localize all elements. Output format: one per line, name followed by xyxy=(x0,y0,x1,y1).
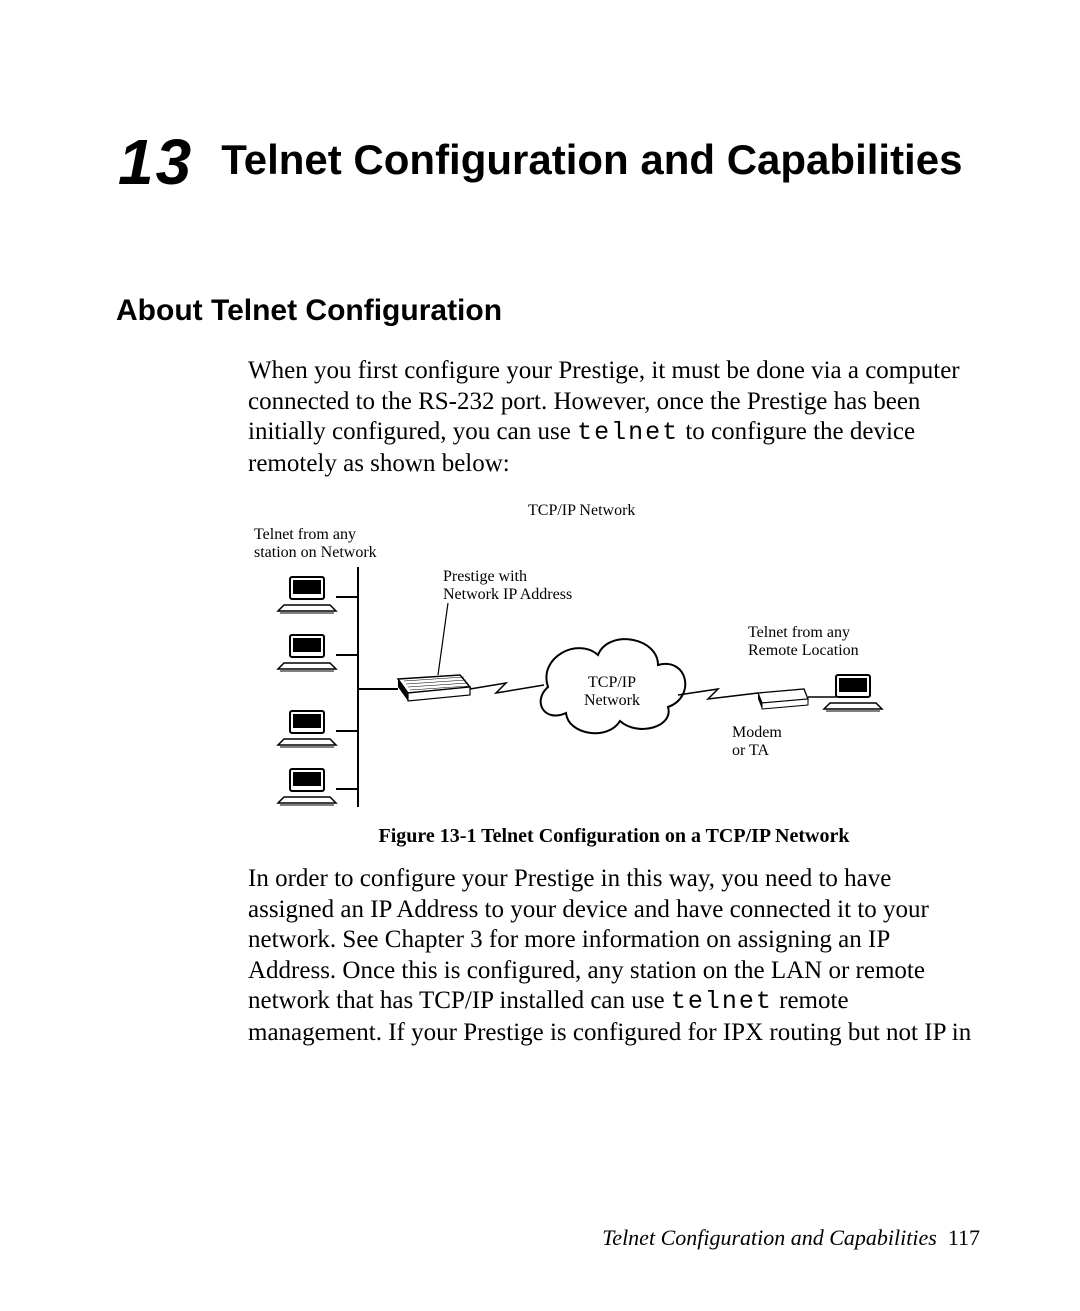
telnet-command-2: telnet xyxy=(671,987,773,1016)
diagram-cloud-label-1: TCP/IP xyxy=(588,674,636,691)
page-number: 117 xyxy=(948,1225,980,1250)
prestige-device-icon xyxy=(398,675,470,701)
figure-caption: Figure 13-1 Telnet Configuration on a TC… xyxy=(110,825,980,848)
prestige-pointer xyxy=(438,603,448,675)
workstation-icon xyxy=(278,711,336,747)
diagram-prestige-label-2: Network IP Address xyxy=(443,586,572,603)
telnet-command-1: telnet xyxy=(577,418,679,447)
diagram-prestige-label-1: Prestige with xyxy=(443,568,527,585)
diagram-left-label-1: Telnet from any xyxy=(254,526,356,543)
diagram-right-label-1: Telnet from any xyxy=(748,624,850,641)
workstation-icon xyxy=(278,577,336,613)
diagram-right-label-2: Remote Location xyxy=(748,642,859,659)
remote-workstation-icon xyxy=(824,675,882,711)
chapter-title: Telnet Configuration and Capabilities xyxy=(221,134,962,187)
footer-text: Telnet Configuration and Capabilities xyxy=(602,1225,937,1250)
chapter-number: 13 xyxy=(118,130,193,194)
workstation-icon xyxy=(278,769,336,805)
modem-icon xyxy=(758,689,808,709)
diagram-cloud-label-2: Network xyxy=(584,692,640,709)
page: 13 Telnet Configuration and Capabilities… xyxy=(0,0,1080,1311)
workstation-icon xyxy=(278,635,336,671)
second-paragraph: In order to configure your Prestige in t… xyxy=(110,864,980,1048)
diagram-modem-label-2: or TA xyxy=(732,742,770,759)
figure-diagram: TCP/IP Network Telnet from any station o… xyxy=(110,497,980,817)
page-footer: Telnet Configuration and Capabilities 11… xyxy=(602,1225,980,1251)
link-right-icon xyxy=(678,689,758,699)
diagram-left-label-2: station on Network xyxy=(254,544,377,561)
link-left-icon xyxy=(470,683,544,693)
network-diagram-svg: TCP/IP Network Telnet from any station o… xyxy=(248,497,888,817)
section-heading: About Telnet Configuration xyxy=(110,294,980,328)
chapter-heading: 13 Telnet Configuration and Capabilities xyxy=(110,130,980,194)
diagram-modem-label-1: Modem xyxy=(732,724,782,741)
intro-paragraph: When you first configure your Prestige, … xyxy=(110,356,980,479)
diagram-top-label: TCP/IP Network xyxy=(528,502,635,519)
